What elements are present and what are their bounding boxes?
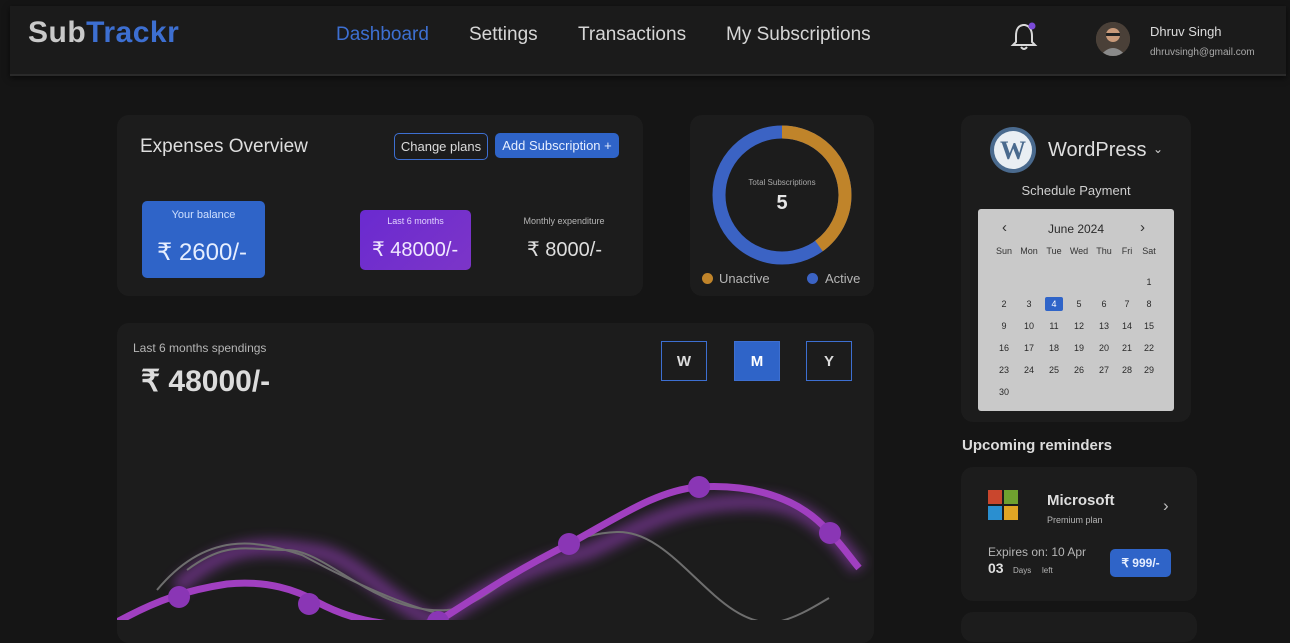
calendar-day[interactable]: 10	[1020, 321, 1038, 331]
calendar-day[interactable]: 29	[1140, 365, 1158, 375]
brand-part-2: Trackr	[86, 16, 180, 49]
six-months-value: ₹ 48000/-	[372, 239, 459, 261]
reminder-card-microsoft[interactable]	[961, 467, 1197, 601]
calendar-day[interactable]: 28	[1118, 365, 1136, 375]
donut-center-value: 5	[776, 192, 788, 214]
user-name: Dhruv Singh	[1150, 24, 1222, 39]
spendings-line-chart	[117, 476, 866, 620]
calendar-day[interactable]: 20	[1095, 343, 1113, 353]
reminder-plan: Premium plan	[1047, 515, 1103, 525]
calendar-day[interactable]: 19	[1070, 343, 1088, 353]
calendar-day[interactable]: 15	[1140, 321, 1158, 331]
nav-dashboard[interactable]: Dashboard	[336, 24, 429, 46]
calendar-day[interactable]: 18	[1045, 343, 1063, 353]
calendar-day[interactable]: 7	[1118, 299, 1136, 309]
legend-active-dot	[807, 273, 818, 284]
service-dropdown-chevron-icon[interactable]: ⌄	[1153, 142, 1163, 156]
spend-point	[688, 476, 710, 498]
microsoft-logo-icon	[988, 490, 1018, 520]
calendar-day[interactable]: 6	[1095, 299, 1113, 309]
reminders-title: Upcoming reminders	[962, 437, 1113, 454]
spend-point	[298, 593, 320, 615]
calendar-day[interactable]: 22	[1140, 343, 1158, 353]
legend-inactive-dot	[702, 273, 713, 284]
calendar-weekday: Thu	[1096, 246, 1112, 256]
calendar-day[interactable]: 25	[1045, 365, 1063, 375]
calendar-day[interactable]: 17	[1020, 343, 1038, 353]
calendar-day[interactable]: 9	[995, 321, 1013, 331]
calendar-day[interactable]: 16	[995, 343, 1013, 353]
calendar-day[interactable]: 1	[1140, 277, 1158, 287]
service-name[interactable]: WordPress	[1048, 139, 1147, 162]
period-year-button[interactable]: Y	[806, 341, 852, 381]
calendar-day[interactable]: 14	[1118, 321, 1136, 331]
calendar-day[interactable]: 11	[1045, 321, 1063, 331]
calendar-day[interactable]: 4	[1045, 297, 1063, 311]
brand-logo[interactable]: SubTrackr	[28, 16, 179, 50]
period-month-button[interactable]: M	[734, 341, 780, 381]
spend-line-glow	[171, 493, 866, 620]
donut-center-label: Total Subscriptions	[748, 178, 816, 187]
svg-text:W: W	[1000, 136, 1026, 165]
calendar-day[interactable]: 8	[1140, 299, 1158, 309]
reminder-card-next[interactable]	[961, 612, 1197, 642]
spend-point	[819, 522, 841, 544]
calendar-day[interactable]: 3	[1020, 299, 1038, 309]
monthly-expenditure-value: ₹ 8000/-	[527, 239, 602, 261]
spendings-value: ₹ 48000/-	[141, 365, 271, 398]
calendar-weekday: Sat	[1142, 246, 1156, 256]
calendar-next-icon[interactable]: ›	[1140, 219, 1145, 236]
reminder-left-word: left	[1042, 566, 1053, 575]
calendar-day[interactable]: 2	[995, 299, 1013, 309]
calendar-day[interactable]: 13	[1095, 321, 1113, 331]
calendar-day[interactable]: 30	[995, 387, 1013, 397]
wordpress-logo-icon: W	[990, 127, 1036, 173]
calendar-day[interactable]: 12	[1070, 321, 1088, 331]
nav-settings[interactable]: Settings	[469, 24, 538, 46]
reminder-expires: Expires on: 10 Apr	[988, 545, 1087, 559]
reminder-chevron-icon[interactable]: ›	[1163, 496, 1169, 516]
six-months-label: Last 6 months	[387, 216, 444, 226]
expenses-overview-title: Expenses Overview	[140, 136, 308, 157]
calendar-day[interactable]: 21	[1118, 343, 1136, 353]
nav-my-subscriptions[interactable]: My Subscriptions	[726, 24, 871, 46]
calendar-day[interactable]: 27	[1095, 365, 1113, 375]
balance-label: Your balance	[171, 209, 236, 221]
payment-calendar: ‹ June 2024 › Sun Mon Tue Wed Thu Fri Sat 1234…	[978, 209, 1174, 411]
spendings-label: Last 6 months spendings	[133, 341, 267, 355]
period-week-button[interactable]: W	[661, 341, 707, 381]
change-plans-button[interactable]: Change plans	[394, 133, 488, 160]
spend-point	[168, 586, 190, 608]
calendar-day[interactable]: 26	[1070, 365, 1088, 375]
legend-inactive-label: Unactive	[719, 271, 770, 286]
calendar-day[interactable]: 23	[995, 365, 1013, 375]
nav-transactions[interactable]: Transactions	[578, 24, 686, 46]
calendar-weekday: Fri	[1121, 246, 1133, 256]
reminder-price-button[interactable]: ₹ 999/-	[1110, 549, 1171, 577]
reminder-days-word: Days	[1013, 566, 1032, 575]
calendar-weekday: Tue	[1046, 246, 1062, 256]
calendar-day[interactable]: 5	[1070, 299, 1088, 309]
legend-active-label: Active	[825, 271, 861, 286]
monthly-expenditure-label: Monthly expenditure	[523, 216, 605, 226]
calendar-weekday: Sun	[995, 246, 1012, 256]
calendar-day[interactable]: 24	[1020, 365, 1038, 375]
notification-bell-icon[interactable]	[1010, 18, 1040, 52]
calendar-weekday: Wed	[1069, 246, 1089, 256]
balance-value: ₹ 2600/-	[157, 239, 247, 266]
brand-part-1: Sub	[28, 16, 87, 49]
user-email: dhruvsingh@gmail.com	[1150, 47, 1255, 58]
reminder-days-count: 03	[988, 560, 1004, 576]
calendar-weekday: Mon	[1020, 246, 1038, 256]
spend-point	[558, 533, 580, 555]
add-subscription-button[interactable]: Add Subscription +	[495, 133, 619, 158]
reminder-service-name: Microsoft	[1047, 492, 1115, 509]
user-avatar[interactable]	[1096, 22, 1130, 56]
schedule-payment-label: Schedule Payment	[1021, 183, 1131, 198]
